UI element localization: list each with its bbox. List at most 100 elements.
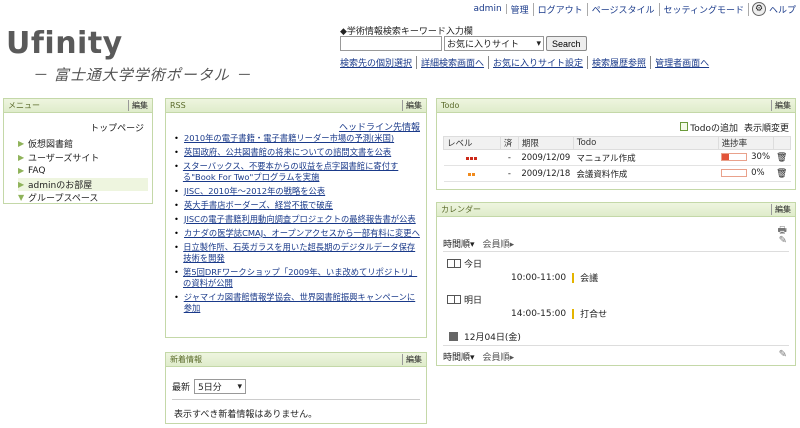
news-days-select[interactable]: 5日分 ▾ bbox=[194, 379, 247, 394]
menu-item-admin-room[interactable]: ▶ adminのお部屋 bbox=[18, 177, 148, 191]
rss-item[interactable]: • 英国政府、公共図書館の将来についての諮問文書を公表 bbox=[174, 147, 420, 158]
rss-headline-link[interactable]: ヘッドライン先情報 bbox=[339, 120, 420, 133]
chevron-down-icon: ▾ bbox=[237, 381, 243, 392]
calendar-edit-link[interactable]: 編集 bbox=[771, 204, 791, 215]
column-header[interactable]: 済 bbox=[499, 136, 519, 150]
event-marker bbox=[572, 272, 575, 283]
event-item[interactable]: 14:00-15:00 打合せ bbox=[511, 307, 607, 320]
rss-item-link[interactable]: ジャマイカ図書館情報学協会、世界図書館振興キャンペーンに参加 bbox=[184, 292, 420, 314]
due-cell: 2009/12/09 bbox=[518, 149, 574, 166]
calendar-date-text: 12月04日(金) bbox=[464, 333, 521, 343]
manage-link[interactable]: 管理 bbox=[507, 2, 534, 16]
sort-by-time-button[interactable]: 時間順▾ bbox=[443, 350, 475, 363]
menu-edit-link[interactable]: 編集 bbox=[128, 100, 148, 111]
rss-item-link[interactable]: スターバックス、不要本からの収益を点字図書館に寄付する"Book For Two… bbox=[183, 161, 420, 183]
bullet-icon: • bbox=[174, 292, 179, 302]
help-link[interactable]: ヘルプ bbox=[769, 3, 796, 16]
rss-item[interactable]: • 日立製作所、石英ガラスを用いた超長期のデジタルデータ保存技術を開発 bbox=[174, 242, 420, 264]
rss-item-link[interactable]: カナダの医学誌CMAJ、オープンアクセスから一部有料に変更へ bbox=[184, 228, 420, 239]
rss-item-link[interactable]: 日立製作所、石英ガラスを用いた超長期のデジタルデータ保存技術を開発 bbox=[183, 242, 420, 264]
table-row[interactable]: - 2009/12/18 会議資料作成 0% 🗑 bbox=[443, 165, 791, 182]
rss-item-link[interactable]: 英国政府、公共図書館の将来についての諮問文書を公表 bbox=[184, 147, 391, 158]
book-icon bbox=[447, 259, 461, 268]
rss-item[interactable]: • JISCの電子書籍利用動向調査プロジェクトの最終報告書が公表 bbox=[174, 214, 420, 225]
calendar-sort-bottom: 時間順▾ 会員順▸ bbox=[443, 350, 514, 363]
rss-item[interactable]: • 第5回DRFワークショップ「2009年、いま改めてリポジトリ」の資料が公開 bbox=[174, 267, 420, 289]
sort-by-member-button[interactable]: 会員順▸ bbox=[483, 237, 515, 250]
todo-display-order-link[interactable]: 表示順変更 bbox=[744, 121, 789, 134]
column-header[interactable]: レベル bbox=[443, 136, 501, 150]
progress-cell: 0% bbox=[718, 165, 774, 182]
trash-icon[interactable]: 🗑 bbox=[773, 149, 791, 166]
progress-text: 30% bbox=[751, 151, 771, 162]
rss-item[interactable]: • ジャマイカ図書館情報学協会、世界図書館振興キャンペーンに参加 bbox=[174, 292, 420, 314]
done-cell[interactable]: - bbox=[500, 165, 519, 182]
rss-item-link[interactable]: 第5回DRFワークショップ「2009年、いま改めてリポジトリ」の資料が公開 bbox=[183, 267, 420, 289]
progress-bar bbox=[721, 152, 748, 161]
search-target-value: お気に入りサイト bbox=[447, 40, 520, 50]
event-item[interactable]: 10:00-11:00 会議 bbox=[511, 271, 598, 284]
search-link-admin[interactable]: 管理者画面へ bbox=[655, 56, 713, 69]
today-label[interactable]: 今日 bbox=[447, 257, 482, 270]
rss-edit-link[interactable]: 編集 bbox=[402, 100, 422, 111]
gear-icon[interactable]: ⚙ bbox=[751, 2, 766, 16]
tomorrow-text: 明日 bbox=[464, 296, 483, 306]
sort-by-time-label: 時間順 bbox=[443, 240, 471, 250]
search-target-select[interactable]: お気に入りサイト ▾ bbox=[444, 36, 544, 51]
sort-by-member-button[interactable]: 会員順▸ bbox=[483, 350, 515, 363]
calendar-icon bbox=[449, 332, 458, 341]
divider bbox=[443, 251, 789, 252]
task-cell[interactable]: 会議資料作成 bbox=[573, 165, 719, 182]
rss-item-link[interactable]: JISC、2010年～2012年の戦略を公表 bbox=[184, 186, 325, 197]
rss-item[interactable]: • カナダの医学誌CMAJ、オープンアクセスから一部有料に変更へ bbox=[174, 228, 420, 239]
menu-top-page-link[interactable]: トップページ bbox=[90, 121, 144, 134]
search-link-history[interactable]: 検索履歴参照 bbox=[592, 56, 652, 69]
triangle-right-icon: ▶ bbox=[18, 166, 25, 176]
site-logo[interactable]: Ufinity bbox=[6, 26, 123, 61]
rss-panel-header: RSS 編集 bbox=[166, 99, 426, 113]
calendar-sort-top: 時間順▾ 会員順▸ bbox=[443, 237, 514, 250]
logout-link[interactable]: ログアウト bbox=[534, 2, 588, 16]
news-panel-header: 新着情報 編集 bbox=[166, 353, 426, 367]
page-style-link[interactable]: ページスタイル bbox=[588, 2, 660, 16]
menu-item-virtual-library[interactable]: ▶ 仮想図書館 bbox=[18, 137, 148, 151]
menu-item-label: 仮想図書館 bbox=[28, 140, 74, 151]
task-cell[interactable]: マニュアル作成 bbox=[573, 149, 719, 166]
pencil-icon[interactable]: ✎ bbox=[779, 235, 787, 246]
user-name-link[interactable]: admin bbox=[469, 4, 507, 14]
tomorrow-label[interactable]: 明日 bbox=[447, 293, 482, 306]
menu-item-users-site[interactable]: ▶ ユーザーズサイト bbox=[18, 151, 148, 165]
rss-item[interactable]: • スターバックス、不要本からの収益を点字図書館に寄付する"Book For Tw… bbox=[174, 161, 420, 183]
rss-item-link[interactable]: JISCの電子書籍利用動向調査プロジェクトの最終報告書が公表 bbox=[184, 214, 416, 225]
calendar-date[interactable]: 12月04日(金) bbox=[449, 330, 521, 343]
column-header[interactable]: Todo bbox=[572, 136, 719, 150]
column-header[interactable]: 期限 bbox=[517, 136, 574, 150]
menu-item-faq[interactable]: ▶ FAQ bbox=[18, 164, 148, 178]
search-link-individual[interactable]: 検索先の個別選択 bbox=[340, 56, 418, 69]
menu-item-group-space[interactable]: ▼ グループスペース bbox=[18, 191, 148, 205]
done-cell[interactable]: - bbox=[500, 149, 519, 166]
search-link-advanced[interactable]: 詳細検索画面へ bbox=[421, 56, 490, 69]
menu-panel: メニュー 編集 トップページ ▶ 仮想図書館 ▶ ユーザーズサイト ▶ FAQ ▶ ad… bbox=[3, 98, 153, 204]
rss-item[interactable]: • 英大手書店ボーダーズ、経営不振で破産 bbox=[174, 200, 420, 211]
todo-table: レベル 済 期限 Todo 進捗率 - 2009/12/09 マニュアル作成 3… bbox=[443, 136, 792, 182]
bullet-icon: • bbox=[174, 200, 179, 210]
search-input[interactable] bbox=[340, 36, 442, 51]
search-row: お気に入りサイト ▾ Search bbox=[340, 36, 587, 51]
todo-add-button[interactable]: Todoの追加 bbox=[680, 121, 738, 134]
book-icon bbox=[447, 295, 461, 304]
column-header[interactable]: 進捗率 bbox=[717, 136, 774, 150]
rss-item-link[interactable]: 英大手書店ボーダーズ、経営不振で破産 bbox=[184, 200, 333, 211]
rss-item-link[interactable]: 2010年の電子書籍・電子書籍リーダー市場の予測(米国) bbox=[184, 133, 394, 144]
rss-item[interactable]: • JISC、2010年～2012年の戦略を公表 bbox=[174, 186, 420, 197]
rss-item[interactable]: • 2010年の電子書籍・電子書籍リーダー市場の予測(米国) bbox=[174, 133, 420, 144]
todo-edit-link[interactable]: 編集 bbox=[771, 100, 791, 111]
news-edit-link[interactable]: 編集 bbox=[402, 354, 422, 365]
table-row[interactable]: - 2009/12/09 マニュアル作成 30% 🗑 bbox=[443, 149, 791, 166]
search-button[interactable]: Search bbox=[546, 36, 587, 51]
setting-mode-link[interactable]: セッティングモード bbox=[660, 2, 749, 16]
search-link-favorites[interactable]: お気に入りサイト設定 bbox=[493, 56, 589, 69]
sort-by-time-button[interactable]: 時間順▾ bbox=[443, 237, 475, 250]
pencil-icon[interactable]: ✎ bbox=[779, 349, 787, 360]
trash-icon[interactable]: 🗑 bbox=[773, 165, 791, 182]
